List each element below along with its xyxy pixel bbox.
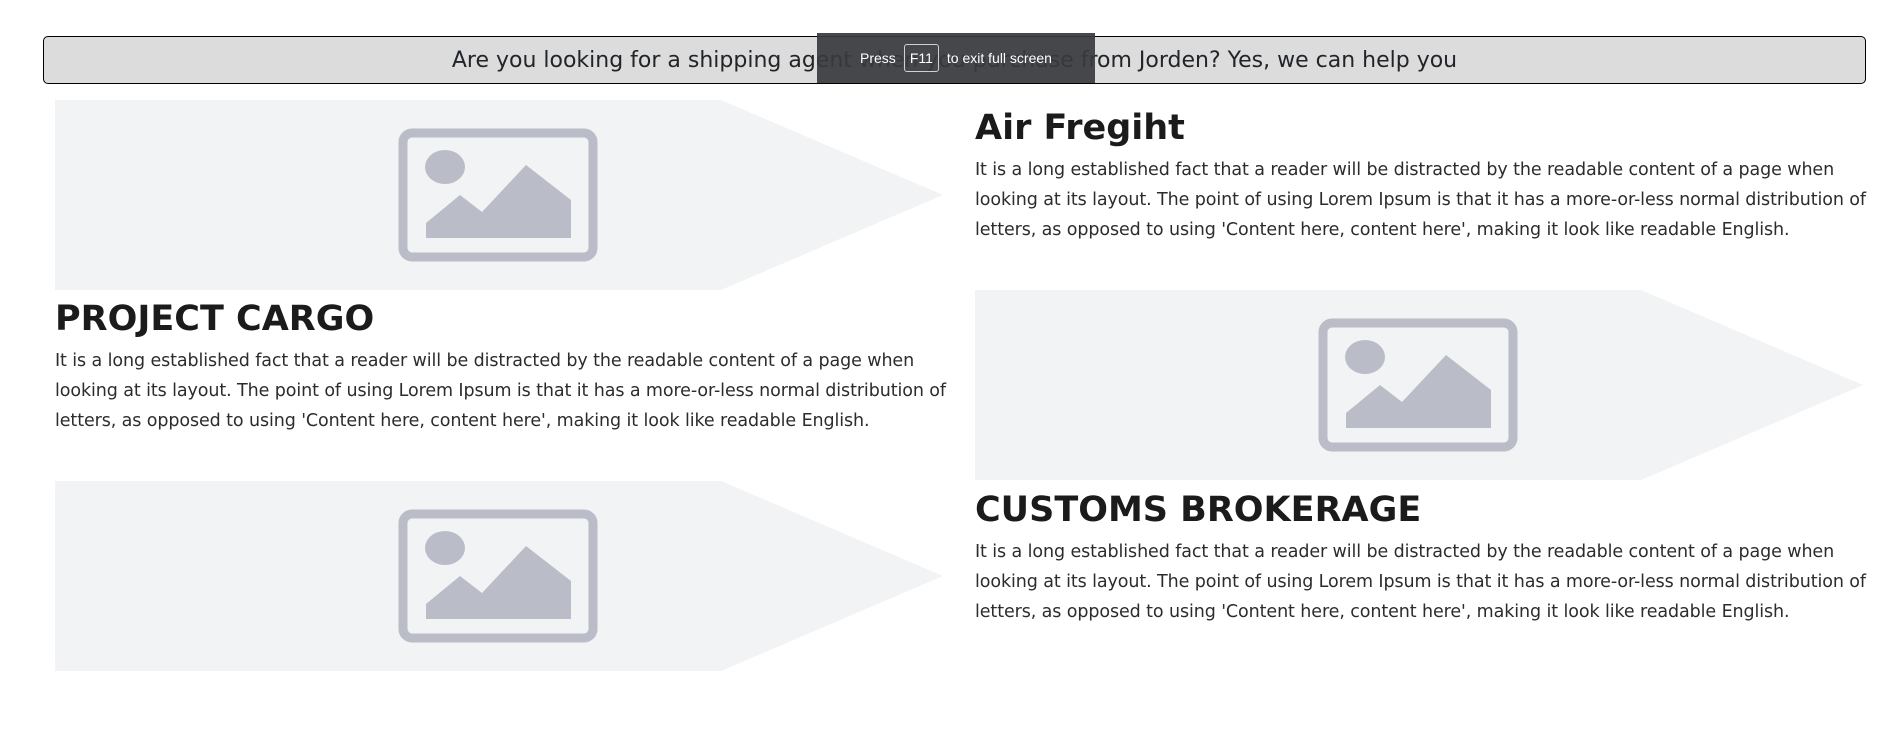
page: Are you looking for a shipping agent whe… [0, 0, 1900, 750]
fullscreen-notice-suffix: to exit full screen [946, 50, 1052, 66]
image-placeholder-icon [975, 290, 1863, 480]
air-freight-image [975, 290, 1863, 480]
project-cargo-description: It is a long established fact that a rea… [55, 351, 946, 431]
air-freight-description: It is a long established fact that a rea… [975, 160, 1866, 240]
customs-brokerage-title: CUSTOMS BROKERAGE [975, 490, 1422, 530]
f11-key-badge: F11 [903, 44, 939, 72]
image-placeholder-icon [55, 481, 943, 671]
air-freight-title: Air Fregiht [975, 108, 1185, 148]
customs-brokerage-description: It is a long established fact that a rea… [975, 542, 1866, 622]
fullscreen-notice-prefix: Press [860, 50, 896, 66]
project-cargo-image [55, 100, 943, 290]
customs-brokerage-image [55, 481, 943, 671]
image-placeholder-icon [55, 100, 943, 290]
fullscreen-exit-notice: Press F11 to exit full screen [817, 33, 1095, 83]
project-cargo-title: PROJECT CARGO [55, 299, 375, 339]
